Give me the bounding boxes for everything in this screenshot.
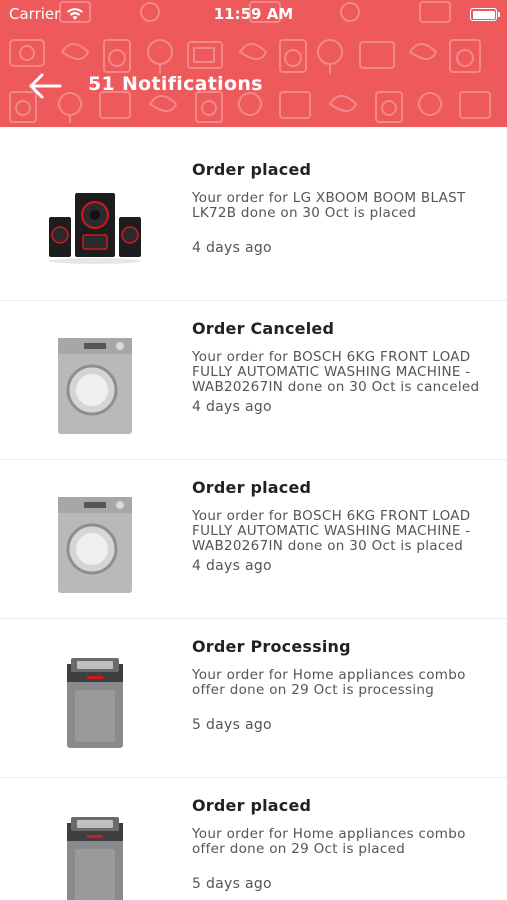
speaker-system-image — [40, 172, 150, 282]
back-button[interactable] — [28, 72, 62, 100]
battery-icon — [470, 8, 500, 21]
notification-title: Order placed — [192, 796, 312, 815]
notification-description: Your order for BOSCH 6KG FRONT LOAD FULL… — [192, 350, 480, 395]
notification-item[interactable]: Order placed Your order for BOSCH 6KG FR… — [0, 460, 507, 619]
top-load-washer-image — [40, 649, 150, 759]
arrow-left-icon — [29, 73, 62, 99]
notification-description: Your order for LG XBOOM BOOM BLAST LK72B… — [192, 191, 466, 221]
status-bar: Carrier 11:59 AM — [0, 0, 507, 28]
status-time: 11:59 AM — [213, 5, 294, 23]
nav-bar: 51 Notifications — [0, 64, 507, 108]
notification-time: 4 days ago — [192, 240, 272, 256]
notification-item[interactable]: Order Processing Your order for Home app… — [0, 619, 507, 778]
notification-time: 4 days ago — [192, 399, 272, 415]
front-load-washer-image — [40, 490, 150, 600]
notification-title: Order placed — [192, 160, 312, 179]
notification-title: Order Canceled — [192, 319, 335, 338]
notification-title: Order placed — [192, 478, 312, 497]
notification-item[interactable]: Order placed Your order for Home applian… — [0, 778, 507, 900]
front-load-washer-image — [40, 331, 150, 441]
notification-time: 5 days ago — [192, 876, 272, 892]
notification-description: Your order for BOSCH 6KG FRONT LOAD FULL… — [192, 509, 471, 554]
notification-time: 4 days ago — [192, 558, 272, 574]
notification-list: Order placed Your order for LG XBOOM BOO… — [0, 142, 507, 900]
header-bar: Carrier 11:59 AM 51 Notifications — [0, 0, 507, 127]
notification-description: Your order for Home appliances combo off… — [192, 668, 466, 698]
notification-time: 5 days ago — [192, 717, 272, 733]
notification-item[interactable]: Order placed Your order for LG XBOOM BOO… — [0, 142, 507, 301]
notification-description: Your order for Home appliances combo off… — [192, 827, 466, 857]
notification-item[interactable]: Order Canceled Your order for BOSCH 6KG … — [0, 301, 507, 460]
notification-title: Order Processing — [192, 637, 351, 656]
top-load-washer-image — [40, 808, 150, 900]
page-title: 51 Notifications — [88, 73, 263, 95]
